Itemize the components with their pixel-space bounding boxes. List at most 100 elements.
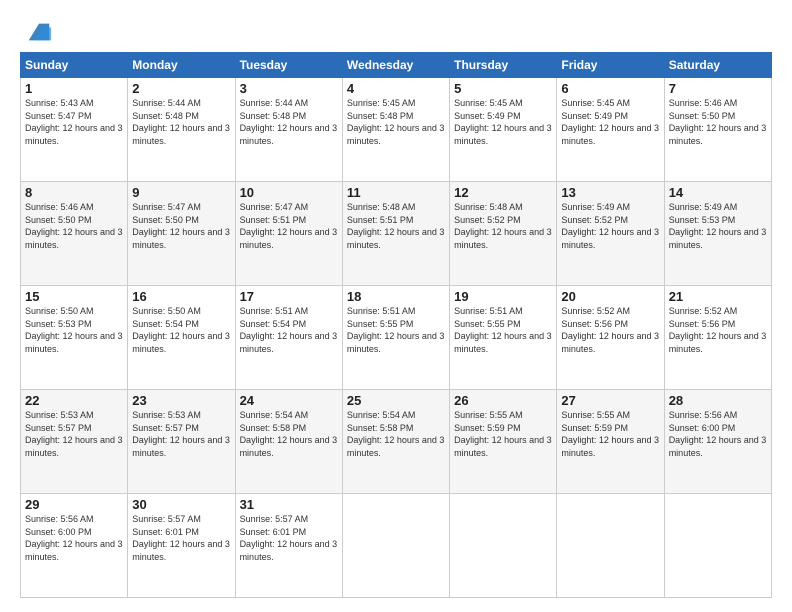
day-number: 4 xyxy=(347,81,445,96)
calendar-header-thursday: Thursday xyxy=(450,53,557,78)
day-number: 29 xyxy=(25,497,123,512)
day-number: 1 xyxy=(25,81,123,96)
calendar-cell: 21 Sunrise: 5:52 AMSunset: 5:56 PMDaylig… xyxy=(664,286,771,390)
calendar-cell: 1 Sunrise: 5:43 AMSunset: 5:47 PMDayligh… xyxy=(21,78,128,182)
calendar-week-row: 8 Sunrise: 5:46 AMSunset: 5:50 PMDayligh… xyxy=(21,182,772,286)
cell-info: Sunrise: 5:43 AMSunset: 5:47 PMDaylight:… xyxy=(25,98,123,146)
cell-info: Sunrise: 5:44 AMSunset: 5:48 PMDaylight:… xyxy=(132,98,230,146)
calendar-cell: 13 Sunrise: 5:49 AMSunset: 5:52 PMDaylig… xyxy=(557,182,664,286)
calendar-cell: 3 Sunrise: 5:44 AMSunset: 5:48 PMDayligh… xyxy=(235,78,342,182)
cell-info: Sunrise: 5:47 AMSunset: 5:51 PMDaylight:… xyxy=(240,202,338,250)
cell-info: Sunrise: 5:45 AMSunset: 5:49 PMDaylight:… xyxy=(454,98,552,146)
calendar-cell: 26 Sunrise: 5:55 AMSunset: 5:59 PMDaylig… xyxy=(450,390,557,494)
day-number: 23 xyxy=(132,393,230,408)
cell-info: Sunrise: 5:45 AMSunset: 5:49 PMDaylight:… xyxy=(561,98,659,146)
calendar-cell: 31 Sunrise: 5:57 AMSunset: 6:01 PMDaylig… xyxy=(235,494,342,598)
calendar-cell: 10 Sunrise: 5:47 AMSunset: 5:51 PMDaylig… xyxy=(235,182,342,286)
day-number: 8 xyxy=(25,185,123,200)
calendar-header-row: SundayMondayTuesdayWednesdayThursdayFrid… xyxy=(21,53,772,78)
calendar-cell xyxy=(342,494,449,598)
calendar-cell: 11 Sunrise: 5:48 AMSunset: 5:51 PMDaylig… xyxy=(342,182,449,286)
calendar-header-wednesday: Wednesday xyxy=(342,53,449,78)
cell-info: Sunrise: 5:48 AMSunset: 5:52 PMDaylight:… xyxy=(454,202,552,250)
calendar-cell: 6 Sunrise: 5:45 AMSunset: 5:49 PMDayligh… xyxy=(557,78,664,182)
day-number: 6 xyxy=(561,81,659,96)
day-number: 18 xyxy=(347,289,445,304)
cell-info: Sunrise: 5:54 AMSunset: 5:58 PMDaylight:… xyxy=(347,410,445,458)
cell-info: Sunrise: 5:50 AMSunset: 5:53 PMDaylight:… xyxy=(25,306,123,354)
calendar-week-row: 29 Sunrise: 5:56 AMSunset: 6:00 PMDaylig… xyxy=(21,494,772,598)
calendar-cell: 23 Sunrise: 5:53 AMSunset: 5:57 PMDaylig… xyxy=(128,390,235,494)
calendar-cell: 30 Sunrise: 5:57 AMSunset: 6:01 PMDaylig… xyxy=(128,494,235,598)
calendar-cell: 25 Sunrise: 5:54 AMSunset: 5:58 PMDaylig… xyxy=(342,390,449,494)
cell-info: Sunrise: 5:50 AMSunset: 5:54 PMDaylight:… xyxy=(132,306,230,354)
day-number: 20 xyxy=(561,289,659,304)
day-number: 24 xyxy=(240,393,338,408)
logo xyxy=(20,18,53,42)
calendar-cell xyxy=(557,494,664,598)
header xyxy=(20,18,772,42)
cell-info: Sunrise: 5:55 AMSunset: 5:59 PMDaylight:… xyxy=(561,410,659,458)
day-number: 7 xyxy=(669,81,767,96)
day-number: 13 xyxy=(561,185,659,200)
day-number: 27 xyxy=(561,393,659,408)
cell-info: Sunrise: 5:45 AMSunset: 5:48 PMDaylight:… xyxy=(347,98,445,146)
cell-info: Sunrise: 5:54 AMSunset: 5:58 PMDaylight:… xyxy=(240,410,338,458)
calendar-cell: 16 Sunrise: 5:50 AMSunset: 5:54 PMDaylig… xyxy=(128,286,235,390)
day-number: 25 xyxy=(347,393,445,408)
calendar-cell: 27 Sunrise: 5:55 AMSunset: 5:59 PMDaylig… xyxy=(557,390,664,494)
calendar-cell: 14 Sunrise: 5:49 AMSunset: 5:53 PMDaylig… xyxy=(664,182,771,286)
day-number: 14 xyxy=(669,185,767,200)
calendar-cell: 18 Sunrise: 5:51 AMSunset: 5:55 PMDaylig… xyxy=(342,286,449,390)
calendar-cell: 17 Sunrise: 5:51 AMSunset: 5:54 PMDaylig… xyxy=(235,286,342,390)
calendar-week-row: 1 Sunrise: 5:43 AMSunset: 5:47 PMDayligh… xyxy=(21,78,772,182)
calendar-cell xyxy=(664,494,771,598)
calendar-table: SundayMondayTuesdayWednesdayThursdayFrid… xyxy=(20,52,772,598)
cell-info: Sunrise: 5:44 AMSunset: 5:48 PMDaylight:… xyxy=(240,98,338,146)
day-number: 31 xyxy=(240,497,338,512)
day-number: 5 xyxy=(454,81,552,96)
cell-info: Sunrise: 5:48 AMSunset: 5:51 PMDaylight:… xyxy=(347,202,445,250)
day-number: 3 xyxy=(240,81,338,96)
cell-info: Sunrise: 5:51 AMSunset: 5:54 PMDaylight:… xyxy=(240,306,338,354)
page: SundayMondayTuesdayWednesdayThursdayFrid… xyxy=(0,0,792,612)
cell-info: Sunrise: 5:51 AMSunset: 5:55 PMDaylight:… xyxy=(454,306,552,354)
cell-info: Sunrise: 5:56 AMSunset: 6:00 PMDaylight:… xyxy=(25,514,123,562)
cell-info: Sunrise: 5:52 AMSunset: 5:56 PMDaylight:… xyxy=(561,306,659,354)
cell-info: Sunrise: 5:49 AMSunset: 5:52 PMDaylight:… xyxy=(561,202,659,250)
cell-info: Sunrise: 5:55 AMSunset: 5:59 PMDaylight:… xyxy=(454,410,552,458)
calendar-cell xyxy=(450,494,557,598)
day-number: 9 xyxy=(132,185,230,200)
calendar-cell: 5 Sunrise: 5:45 AMSunset: 5:49 PMDayligh… xyxy=(450,78,557,182)
day-number: 15 xyxy=(25,289,123,304)
calendar-header-tuesday: Tuesday xyxy=(235,53,342,78)
cell-info: Sunrise: 5:49 AMSunset: 5:53 PMDaylight:… xyxy=(669,202,767,250)
calendar-cell: 28 Sunrise: 5:56 AMSunset: 6:00 PMDaylig… xyxy=(664,390,771,494)
calendar-cell: 19 Sunrise: 5:51 AMSunset: 5:55 PMDaylig… xyxy=(450,286,557,390)
day-number: 26 xyxy=(454,393,552,408)
cell-info: Sunrise: 5:57 AMSunset: 6:01 PMDaylight:… xyxy=(240,514,338,562)
calendar-cell: 22 Sunrise: 5:53 AMSunset: 5:57 PMDaylig… xyxy=(21,390,128,494)
day-number: 12 xyxy=(454,185,552,200)
calendar-header-monday: Monday xyxy=(128,53,235,78)
day-number: 16 xyxy=(132,289,230,304)
cell-info: Sunrise: 5:53 AMSunset: 5:57 PMDaylight:… xyxy=(132,410,230,458)
calendar-cell: 8 Sunrise: 5:46 AMSunset: 5:50 PMDayligh… xyxy=(21,182,128,286)
cell-info: Sunrise: 5:46 AMSunset: 5:50 PMDaylight:… xyxy=(25,202,123,250)
calendar-cell: 2 Sunrise: 5:44 AMSunset: 5:48 PMDayligh… xyxy=(128,78,235,182)
day-number: 2 xyxy=(132,81,230,96)
calendar-header-friday: Friday xyxy=(557,53,664,78)
calendar-header-sunday: Sunday xyxy=(21,53,128,78)
day-number: 21 xyxy=(669,289,767,304)
calendar-cell: 24 Sunrise: 5:54 AMSunset: 5:58 PMDaylig… xyxy=(235,390,342,494)
day-number: 22 xyxy=(25,393,123,408)
calendar-cell: 9 Sunrise: 5:47 AMSunset: 5:50 PMDayligh… xyxy=(128,182,235,286)
calendar-cell: 29 Sunrise: 5:56 AMSunset: 6:00 PMDaylig… xyxy=(21,494,128,598)
calendar-week-row: 22 Sunrise: 5:53 AMSunset: 5:57 PMDaylig… xyxy=(21,390,772,494)
cell-info: Sunrise: 5:56 AMSunset: 6:00 PMDaylight:… xyxy=(669,410,767,458)
day-number: 19 xyxy=(454,289,552,304)
logo-icon xyxy=(25,18,53,46)
calendar-cell: 12 Sunrise: 5:48 AMSunset: 5:52 PMDaylig… xyxy=(450,182,557,286)
calendar-cell: 20 Sunrise: 5:52 AMSunset: 5:56 PMDaylig… xyxy=(557,286,664,390)
cell-info: Sunrise: 5:53 AMSunset: 5:57 PMDaylight:… xyxy=(25,410,123,458)
